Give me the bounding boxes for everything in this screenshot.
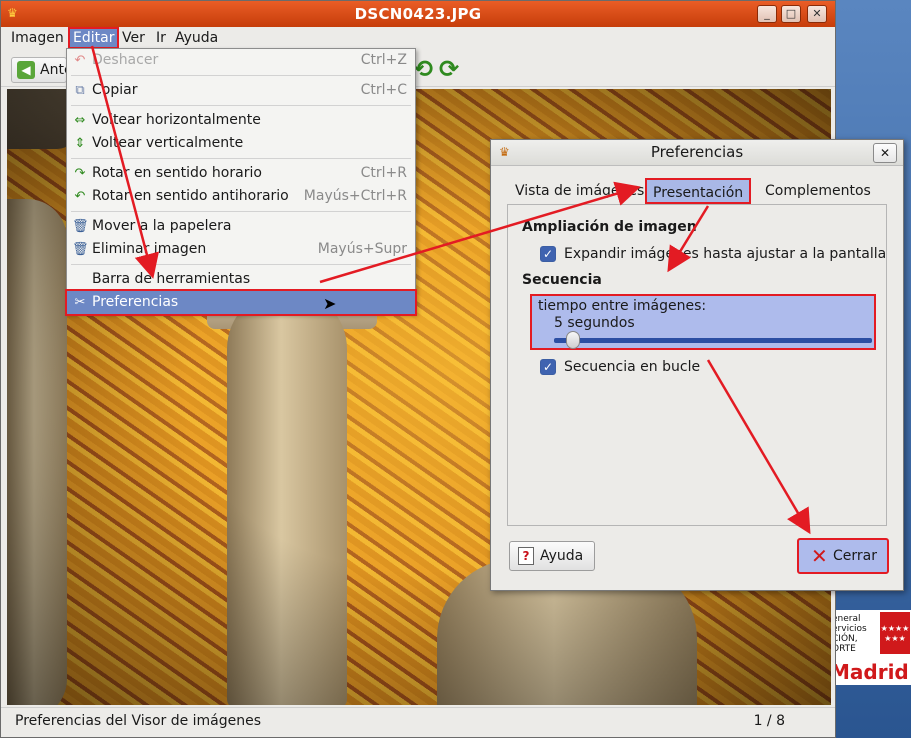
status-message: Preferencias del Visor de imágenes xyxy=(15,713,262,729)
preferences-icon: ✂ xyxy=(74,295,86,310)
mouse-pointer-icon: ➤ xyxy=(323,294,337,313)
interval-slider-handle[interactable] xyxy=(566,331,581,349)
trash-icon: 🗑 xyxy=(72,219,89,234)
flip-horizontal-icon: ⇔ xyxy=(74,113,86,128)
menu-separator xyxy=(71,211,411,212)
menu-separator xyxy=(71,75,411,76)
tab-complementos[interactable]: Complementos xyxy=(759,178,877,204)
menu-item-delete-image[interactable]: 🗑 Eliminar imagen Mayús+Supr xyxy=(67,238,415,261)
undo-icon: ↶ xyxy=(74,53,86,68)
tab-vista-de-imagenes[interactable]: Vista de imágenes xyxy=(509,178,650,204)
copy-icon: ⧉ xyxy=(75,83,85,98)
interval-slider-group: tiempo entre imágenes: 5 segundos xyxy=(530,294,876,350)
menu-item-preferences[interactable]: ✂ Preferencias xyxy=(65,289,417,316)
menu-ver[interactable]: Ver xyxy=(119,29,148,47)
rotate-clockwise-icon[interactable]: ⟳ xyxy=(439,55,459,83)
rotate-counterclockwise-icon[interactable]: ⟲ xyxy=(413,55,433,83)
menu-item-copy[interactable]: ⧉ Copiar Ctrl+C xyxy=(67,79,415,102)
menu-item-flip-vertical[interactable]: ⇕ Voltear verticalmente xyxy=(67,132,415,155)
sequence-heading: Secuencia xyxy=(522,272,602,288)
close-x-icon: ✕ xyxy=(811,544,828,568)
tab-panel-presentacion: Ampliación de imagen ✓ Expandir imágenes… xyxy=(507,204,887,526)
image-position: 1 / 8 xyxy=(753,713,785,729)
previous-button[interactable]: ◀ Anterior xyxy=(11,57,67,83)
arrow-left-icon: ◀ xyxy=(17,61,35,79)
checkmark-icon: ✓ xyxy=(540,246,556,262)
desktop-logo-text: eneral ervicios CIÓN, ORTE xyxy=(832,614,867,654)
menu-editar[interactable]: Editar xyxy=(67,27,120,49)
previous-button-label: Anterior xyxy=(40,62,66,78)
close-button[interactable]: ✕ Cerrar xyxy=(797,538,889,574)
edit-menu: ↶ Deshacer Ctrl+Z ⧉ Copiar Ctrl+C ⇔ Volt… xyxy=(65,48,417,316)
dialog-title-bar[interactable]: ♛ Preferencias ✕ xyxy=(491,140,903,166)
desktop-logo-city: Madrid xyxy=(830,660,909,684)
rotate-counterclockwise-icon: ↶ xyxy=(74,189,86,204)
interval-value: 5 segundos xyxy=(554,315,635,331)
maximize-button[interactable]: □ xyxy=(781,5,801,23)
menu-separator xyxy=(71,264,411,265)
menu-imagen[interactable]: Imagen xyxy=(8,29,67,47)
expand-images-label: Expandir imágenes hasta ajustar a la pan… xyxy=(564,246,887,262)
interval-slider[interactable] xyxy=(554,338,872,343)
menu-separator xyxy=(71,105,411,106)
menu-item-rotate-counterclockwise[interactable]: ↶ Rotar en sentido antihorario Mayús+Ctr… xyxy=(67,185,415,208)
menu-item-undo[interactable]: ↶ Deshacer Ctrl+Z xyxy=(67,49,415,72)
status-bar: Preferencias del Visor de imágenes 1 / 8 xyxy=(1,707,835,737)
loop-sequence-label: Secuencia en bucle xyxy=(564,359,701,375)
menu-bar: Imagen Editar Ver Ir Ayuda xyxy=(1,27,835,49)
checkmark-icon: ✓ xyxy=(540,359,556,375)
menu-ayuda[interactable]: Ayuda xyxy=(172,29,221,47)
menu-item-flip-horizontal[interactable]: ⇔ Voltear horizontalmente xyxy=(67,109,415,132)
menu-item-rotate-clockwise[interactable]: ↷ Rotar en sentido horario Ctrl+R xyxy=(67,162,415,185)
close-button-label: Cerrar xyxy=(833,548,877,564)
menu-item-toolbar[interactable]: Barra de herramientas xyxy=(67,268,415,291)
interval-label: tiempo entre imágenes: xyxy=(538,298,707,314)
minimize-button[interactable]: _ xyxy=(757,5,777,23)
menu-ir[interactable]: Ir xyxy=(153,29,169,47)
menu-item-move-to-trash[interactable]: 🗑 Mover a la papelera xyxy=(67,215,415,238)
window-title: DSCN0423.JPG xyxy=(354,5,482,23)
flip-vertical-icon: ⇕ xyxy=(74,136,86,151)
close-window-button[interactable]: ✕ xyxy=(807,5,827,23)
dialog-close-button[interactable]: ✕ xyxy=(873,143,897,163)
delete-icon: 🗑 xyxy=(72,242,89,257)
help-button-label: Ayuda xyxy=(540,548,584,564)
desktop-logo: eneral ervicios CIÓN, ORTE ★★★★ ★★★ Madri… xyxy=(830,610,911,685)
rotate-clockwise-icon: ↷ xyxy=(74,166,86,181)
help-button[interactable]: ? Ayuda xyxy=(509,541,595,571)
zoom-heading: Ampliación de imagen xyxy=(522,219,697,235)
title-bar[interactable]: ♛ DSCN0423.JPG _ □ ✕ xyxy=(1,1,835,27)
tab-presentacion[interactable]: Presentación xyxy=(645,178,752,204)
help-icon: ? xyxy=(518,547,534,565)
madrid-flag-icon: ★★★★ ★★★ xyxy=(880,612,910,654)
dialog-title: Preferencias xyxy=(650,143,744,161)
menu-separator xyxy=(71,158,411,159)
preferences-dialog: ♛ Preferencias ✕ Vista de imágenes Prese… xyxy=(490,139,904,591)
